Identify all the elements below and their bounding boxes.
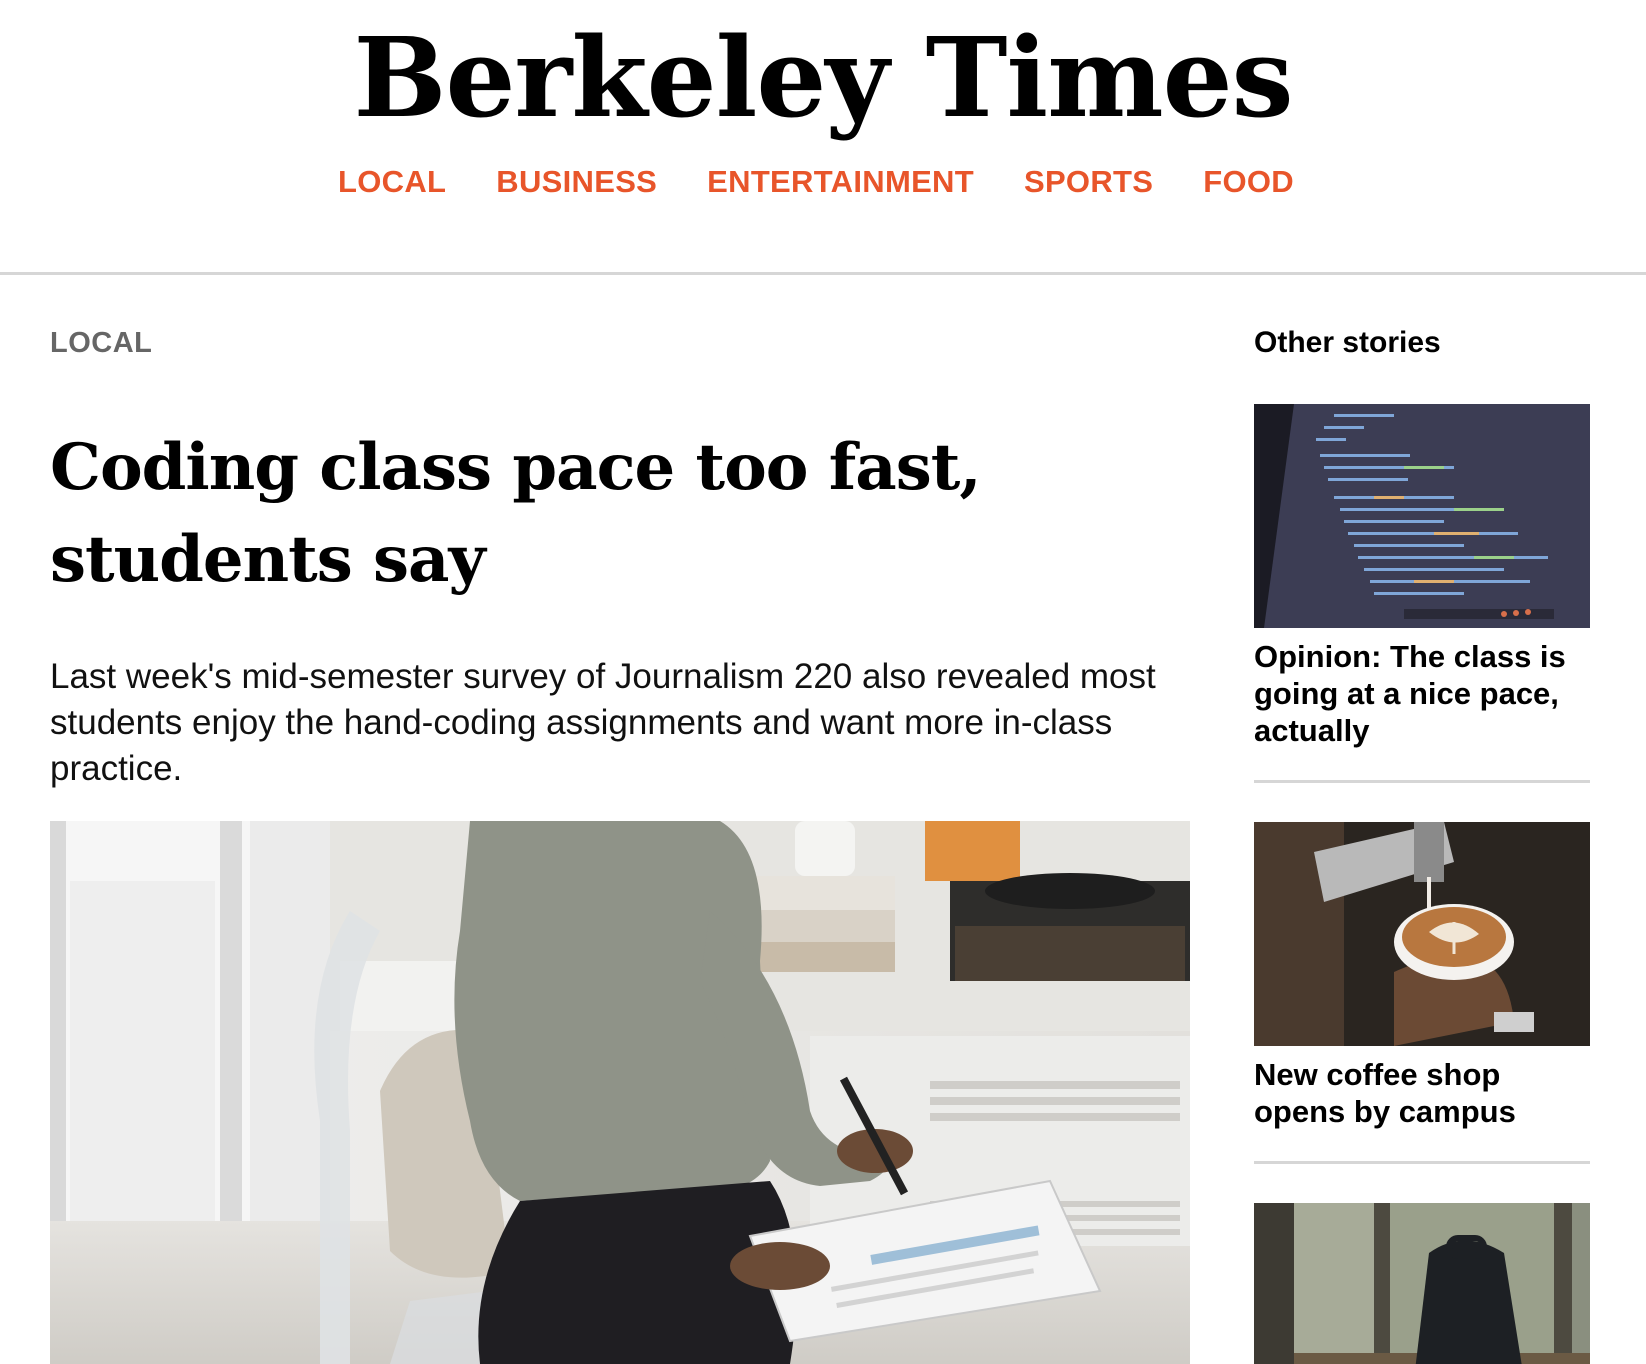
main-nav: LOCAL BUSINESS ENTERTAINMENT SPORTS FOOD	[338, 162, 1294, 202]
latte-photo	[1254, 822, 1590, 1046]
story-divider	[1254, 1161, 1590, 1164]
story-thumbnail-code-screen[interactable]	[1254, 404, 1590, 628]
story-thumbnail-latte[interactable]	[1254, 822, 1590, 1046]
article-headline: Coding class pace too fast, students say	[50, 430, 982, 597]
nav-item-local[interactable]: LOCAL	[338, 162, 446, 202]
story-title[interactable]: Opinion: The class is going at a nice pa…	[1254, 638, 1590, 749]
sidebar-story[interactable]	[1254, 1203, 1590, 1364]
nav-item-sports[interactable]: SPORTS	[1024, 162, 1153, 202]
nav-item-food[interactable]: FOOD	[1203, 162, 1294, 202]
story-thumbnail-backpack[interactable]	[1254, 1203, 1590, 1364]
sidebar: Other stories Opinion: The class is goin…	[1254, 318, 1590, 1364]
hero-photo-woman-with-clipboard	[50, 821, 1190, 1364]
nav-item-business[interactable]: BUSINESS	[496, 162, 657, 202]
sidebar-story[interactable]: Opinion: The class is going at a nice pa…	[1254, 404, 1590, 749]
site-logo[interactable]: Berkeley Times	[0, 8, 1646, 148]
sidebar-title: Other stories	[1254, 326, 1441, 359]
code-screen-photo	[1254, 404, 1590, 628]
sidebar-story[interactable]: New coffee shop opens by campus	[1254, 822, 1590, 1130]
hero-image	[50, 821, 1190, 1364]
article-dek: Last week's mid-semester survey of Journ…	[50, 657, 1156, 788]
section-label[interactable]: LOCAL	[50, 318, 1190, 368]
header-divider	[0, 272, 1646, 275]
article-main: LOCAL Coding class pace too fast, studen…	[50, 318, 1190, 792]
story-divider	[1254, 780, 1590, 783]
backpack-photo	[1254, 1203, 1590, 1364]
masthead: Berkeley Times LOCAL BUSINESS ENTERTAINM…	[0, 0, 1646, 272]
story-title[interactable]: New coffee shop opens by campus	[1254, 1056, 1590, 1130]
nav-item-entertainment[interactable]: ENTERTAINMENT	[707, 162, 974, 202]
